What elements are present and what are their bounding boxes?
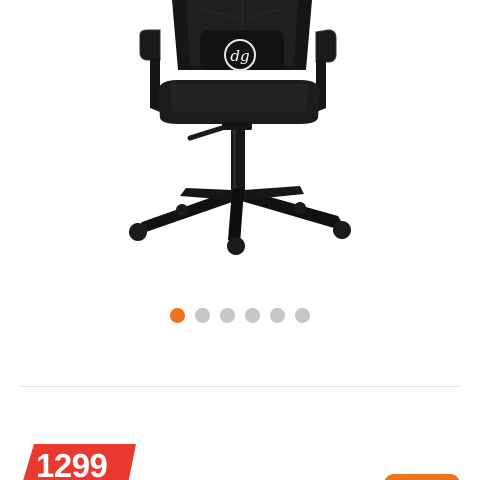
caster-wheel (294, 202, 306, 214)
brand-logo-text: dg (230, 47, 249, 65)
pagination-dot-5[interactable] (270, 308, 285, 323)
caster-wheel (227, 237, 245, 255)
pagination-dot-4[interactable] (245, 308, 260, 323)
right-armrest (315, 29, 337, 63)
pagination-dot-6[interactable] (295, 308, 310, 323)
caster-wheel (129, 223, 147, 241)
product-image-gallery[interactable]: dg (0, 0, 480, 270)
height-lever (187, 125, 225, 141)
price-tag: 1299 (22, 444, 140, 480)
product-page: dg 1299 (0, 0, 480, 480)
left-armrest (139, 29, 161, 61)
pagination-dot-2[interactable] (195, 308, 210, 323)
pagination-dot-1[interactable] (170, 308, 185, 323)
product-image: dg (129, 0, 351, 255)
pagination-dot-3[interactable] (220, 308, 235, 323)
caster-wheel (176, 204, 188, 216)
orange-action-button[interactable] (384, 474, 460, 480)
image-pagination (0, 308, 480, 324)
price-value: 1299 (36, 447, 108, 480)
caster-wheel (333, 221, 351, 239)
section-divider (20, 386, 460, 387)
